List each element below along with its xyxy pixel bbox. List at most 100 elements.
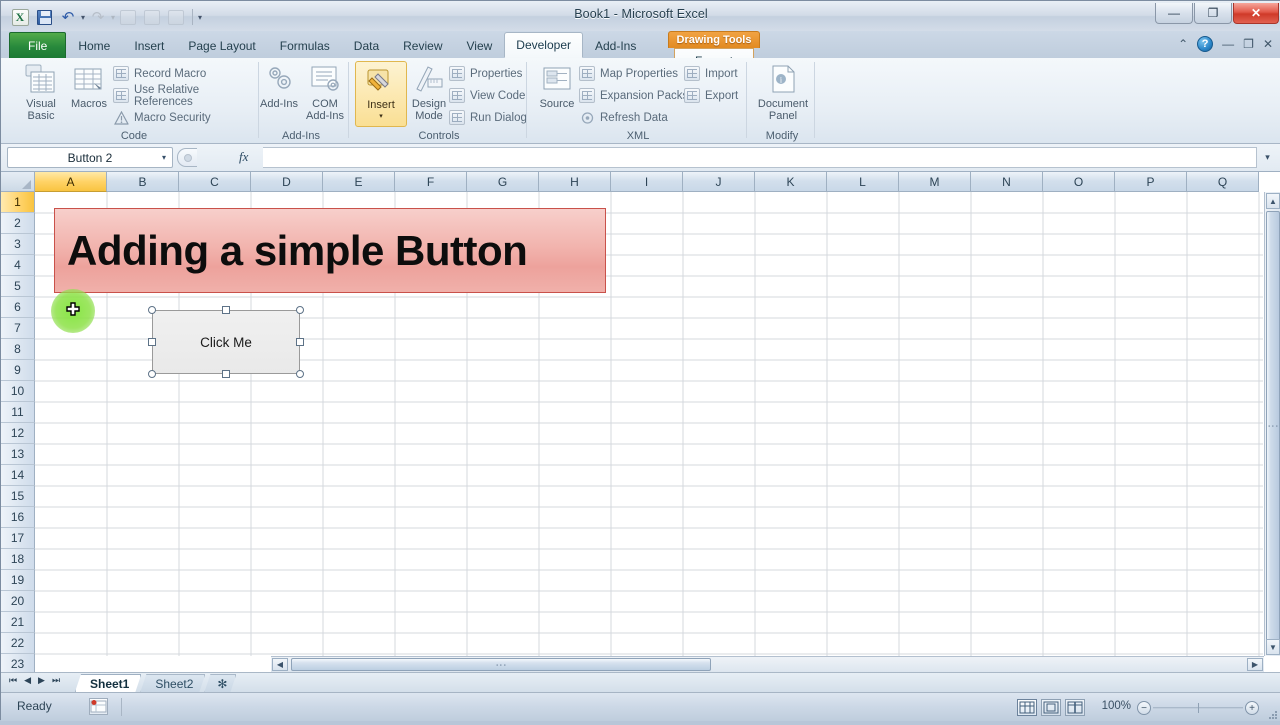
column-header-m[interactable]: M [899, 172, 971, 192]
column-header-j[interactable]: J [683, 172, 755, 192]
handle-top-left[interactable] [148, 306, 156, 314]
insert-control-button[interactable]: Insert ▾ [355, 61, 407, 127]
scroll-up-button[interactable]: ▲ [1266, 193, 1280, 209]
column-header-g[interactable]: G [467, 172, 539, 192]
first-sheet-icon[interactable]: ⏮ [9, 675, 17, 686]
tab-home[interactable]: Home [66, 33, 122, 58]
tab-page-layout[interactable]: Page Layout [176, 33, 267, 58]
record-macro-button[interactable]: Record Macro [113, 63, 206, 84]
column-header-p[interactable]: P [1115, 172, 1187, 192]
column-header-a[interactable]: A [35, 172, 107, 192]
normal-view-button[interactable] [1017, 699, 1037, 716]
column-header-k[interactable]: K [755, 172, 827, 192]
collapse-ribbon-icon[interactable]: ⌃ [1178, 37, 1188, 51]
click-me-form-button[interactable]: Click Me [152, 310, 300, 374]
properties-button[interactable]: Properties [449, 63, 522, 84]
column-header-h[interactable]: H [539, 172, 611, 192]
sheet-tab-sheet1[interactable]: Sheet1 [75, 674, 141, 692]
map-properties-button[interactable]: Map Properties [579, 63, 678, 84]
zoom-slider-handle[interactable] [1198, 703, 1199, 713]
help-icon[interactable]: ? [1197, 36, 1214, 52]
record-macro-status-icon[interactable] [89, 698, 108, 715]
tab-formulas[interactable]: Formulas [268, 33, 342, 58]
scroll-right-button[interactable]: ▶ [1247, 658, 1263, 671]
close-button[interactable]: ✕ [1233, 3, 1279, 24]
zoom-in-button[interactable]: + [1245, 701, 1259, 715]
row-header-2[interactable]: 2 [1, 213, 35, 234]
import-button[interactable]: Import [684, 63, 738, 84]
column-header-f[interactable]: F [395, 172, 467, 192]
horizontal-scrollbar[interactable]: ◀ ▶ [271, 656, 1264, 672]
row-header-3[interactable]: 3 [1, 234, 35, 255]
column-header-n[interactable]: N [971, 172, 1043, 192]
scroll-left-button[interactable]: ◀ [272, 658, 288, 671]
previous-sheet-icon[interactable]: ◀ [24, 675, 31, 686]
document-panel-button[interactable]: i Document Panel [754, 61, 812, 127]
formula-input[interactable] [263, 147, 1257, 168]
macro-security-button[interactable]: Macro Security [113, 107, 211, 128]
row-header-11[interactable]: 11 [1, 402, 35, 423]
row-header-12[interactable]: 12 [1, 423, 35, 444]
tab-view[interactable]: View [455, 33, 505, 58]
handle-bottom-left[interactable] [148, 370, 156, 378]
scroll-down-button[interactable]: ▼ [1266, 639, 1280, 655]
column-header-c[interactable]: C [179, 172, 251, 192]
select-all-button[interactable] [1, 172, 35, 192]
row-header-15[interactable]: 15 [1, 486, 35, 507]
column-header-o[interactable]: O [1043, 172, 1115, 192]
com-add-ins-button[interactable]: COM Add-Ins [299, 61, 351, 127]
horizontal-scroll-thumb[interactable] [291, 658, 711, 671]
handle-bottom-center[interactable] [222, 370, 230, 378]
row-header-14[interactable]: 14 [1, 465, 35, 486]
page-break-preview-button[interactable] [1065, 699, 1085, 716]
tab-data[interactable]: Data [342, 33, 391, 58]
handle-top-right[interactable] [296, 306, 304, 314]
design-mode-button[interactable]: Design Mode [403, 61, 455, 127]
column-header-b[interactable]: B [107, 172, 179, 192]
row-header-19[interactable]: 19 [1, 570, 35, 591]
minimize-button[interactable]: — [1155, 3, 1193, 24]
row-header-5[interactable]: 5 [1, 276, 35, 297]
row-header-23[interactable]: 23 [1, 654, 35, 672]
refresh-data-button[interactable]: Refresh Data [579, 107, 668, 128]
name-box-caret-icon[interactable]: ▾ [162, 153, 166, 162]
zoom-out-button[interactable]: − [1137, 701, 1151, 715]
row-header-10[interactable]: 10 [1, 381, 35, 402]
tab-developer[interactable]: Developer [504, 32, 583, 58]
formula-bar-insert-function-group[interactable] [177, 148, 197, 167]
page-layout-view-button[interactable] [1041, 699, 1061, 716]
restore-window-icon[interactable]: ❐ [1243, 37, 1254, 51]
zoom-level-label[interactable]: 100% [1102, 700, 1131, 712]
row-header-8[interactable]: 8 [1, 339, 35, 360]
export-button[interactable]: Export [684, 85, 738, 106]
tab-insert[interactable]: Insert [122, 33, 176, 58]
insert-dropdown-caret[interactable]: ▾ [379, 111, 383, 123]
column-header-l[interactable]: L [827, 172, 899, 192]
sheet-tab-sheet2[interactable]: Sheet2 [140, 674, 205, 692]
handle-top-center[interactable] [222, 306, 230, 314]
next-sheet-icon[interactable]: ▶ [38, 675, 45, 686]
row-header-21[interactable]: 21 [1, 612, 35, 633]
name-box[interactable]: Button 2 ▾ [7, 147, 173, 168]
tab-review[interactable]: Review [391, 33, 454, 58]
row-header-17[interactable]: 17 [1, 528, 35, 549]
handle-bottom-right[interactable] [296, 370, 304, 378]
row-header-1[interactable]: 1 [1, 192, 35, 213]
column-header-q[interactable]: Q [1187, 172, 1259, 192]
macros-button[interactable]: Macros [63, 61, 115, 127]
resize-grip-icon[interactable] [1266, 707, 1278, 719]
column-header-e[interactable]: E [323, 172, 395, 192]
use-relative-references-button[interactable]: Use Relative References [113, 84, 259, 108]
row-header-6[interactable]: 6 [1, 297, 35, 318]
vertical-scrollbar[interactable]: ▲ ▼ [1264, 192, 1280, 656]
column-header-i[interactable]: I [611, 172, 683, 192]
vertical-scroll-thumb[interactable] [1266, 211, 1280, 641]
view-code-button[interactable]: View Code [449, 85, 525, 106]
minimize-ribbon-icon[interactable]: — [1222, 37, 1234, 51]
row-header-16[interactable]: 16 [1, 507, 35, 528]
row-header-13[interactable]: 13 [1, 444, 35, 465]
row-header-4[interactable]: 4 [1, 255, 35, 276]
add-ins-button[interactable]: Add-Ins [253, 61, 305, 127]
close-window-icon[interactable]: ✕ [1263, 37, 1273, 51]
title-banner-shape[interactable]: Adding a simple Button [54, 208, 606, 293]
